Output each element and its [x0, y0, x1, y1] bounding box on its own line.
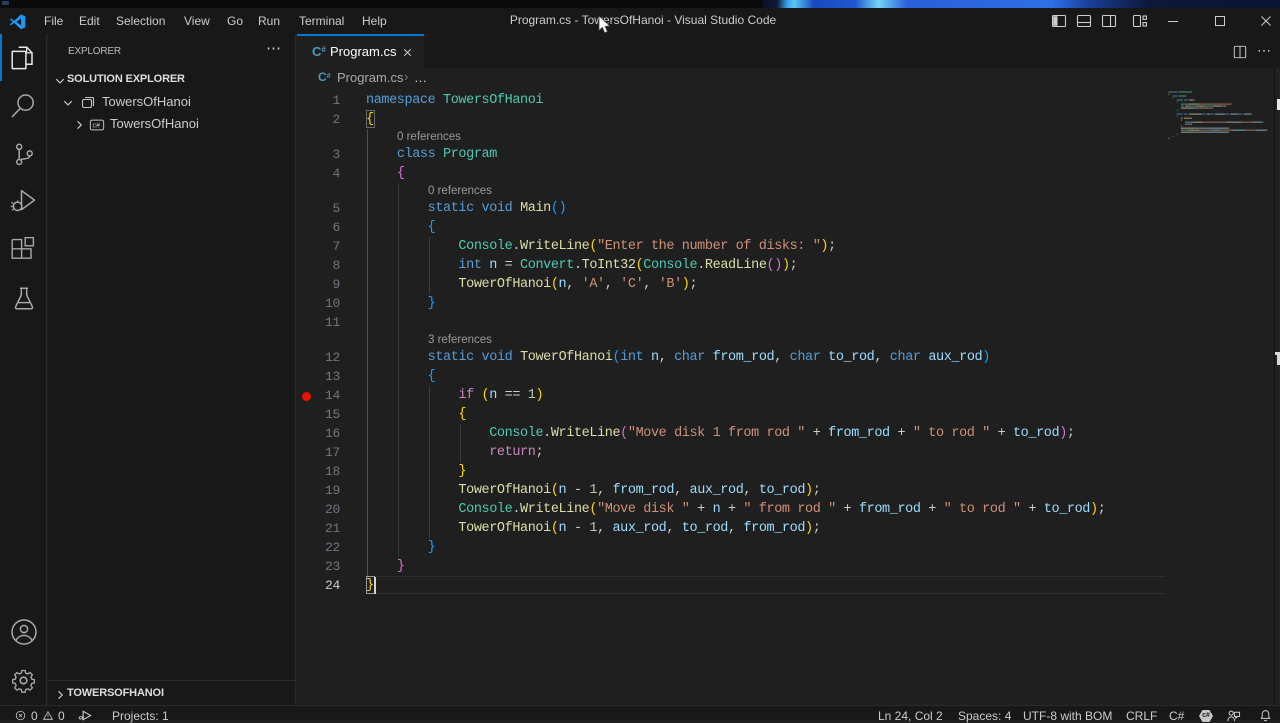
svg-text:c#: c#: [93, 122, 101, 130]
